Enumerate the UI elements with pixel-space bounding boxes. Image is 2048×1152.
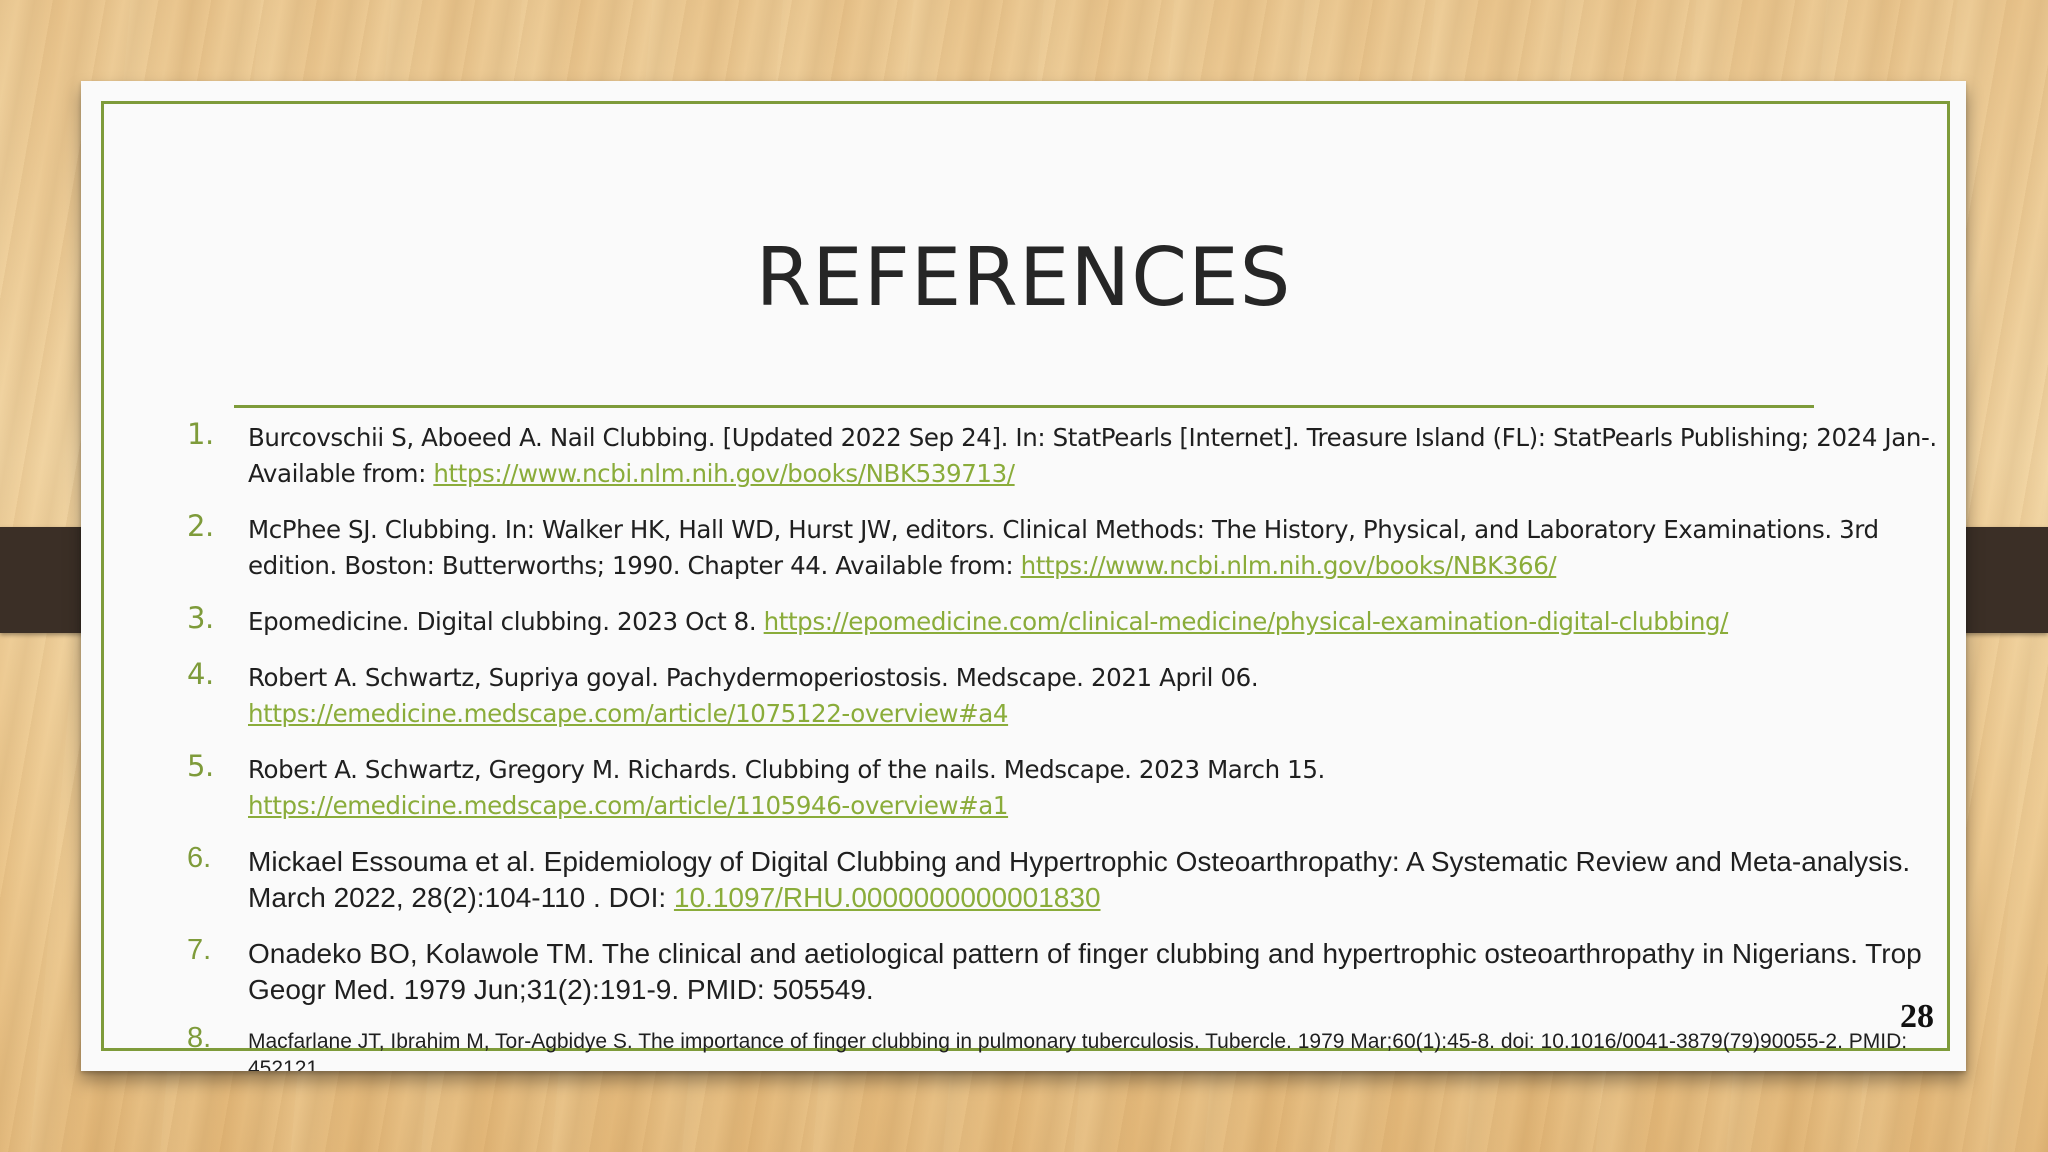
title-divider: [234, 405, 1814, 408]
reference-text: Robert A. Schwartz, Gregory M. Richards.…: [248, 755, 1325, 784]
reference-item: 7. Onadeko BO, Kolawole TM. The clinical…: [187, 934, 1957, 1008]
reference-link[interactable]: https://emedicine.medscape.com/article/1…: [248, 791, 1008, 820]
reference-item: 8. Macfarlane JT, Ibrahim M, Tor-Agbidye…: [187, 1022, 1957, 1072]
reference-number: 6.: [187, 842, 212, 874]
reference-item: 4. Robert A. Schwartz, Supriya goyal. Pa…: [187, 657, 1957, 732]
reference-text: Onadeko BO, Kolawole TM. The clinical an…: [248, 938, 1922, 1005]
reference-link[interactable]: https://www.ncbi.nlm.nih.gov/books/NBK53…: [433, 459, 1015, 488]
reference-number: 5.: [187, 749, 214, 783]
reference-link[interactable]: 10.1097/RHU.0000000000001830: [674, 882, 1101, 913]
reference-number: 3.: [187, 601, 214, 635]
reference-text: Robert A. Schwartz, Supriya goyal. Pachy…: [248, 663, 1259, 692]
reference-number: 2.: [187, 509, 214, 543]
reference-item: 3. Epomedicine. Digital clubbing. 2023 O…: [187, 601, 1957, 640]
slide: REFERENCES 1. Burcovschii S, Aboeed A. N…: [81, 81, 1966, 1071]
reference-text: Macfarlane JT, Ibrahim M, Tor-Agbidye S.…: [248, 1030, 1908, 1071]
reference-link[interactable]: https://epomedicine.com/clinical-medicin…: [764, 607, 1729, 636]
reference-number: 7.: [187, 934, 212, 966]
reference-link[interactable]: https://www.ncbi.nlm.nih.gov/books/NBK36…: [1021, 551, 1557, 580]
page-number: 28: [1900, 998, 1934, 1035]
reference-item: 5. Robert A. Schwartz, Gregory M. Richar…: [187, 749, 1957, 824]
reference-number: 8.: [187, 1022, 212, 1054]
reference-number: 1.: [187, 417, 214, 451]
reference-number: 4.: [187, 657, 214, 691]
slide-title: REFERENCES: [755, 231, 1292, 324]
reference-item: 6. Mickael Essouma et al. Epidemiology o…: [187, 842, 1957, 916]
reference-list: 1. Burcovschii S, Aboeed A. Nail Clubbin…: [187, 417, 1957, 1072]
reference-item: 1. Burcovschii S, Aboeed A. Nail Clubbin…: [187, 417, 1957, 492]
reference-link[interactable]: https://emedicine.medscape.com/article/1…: [248, 699, 1008, 728]
reference-text: Epomedicine. Digital clubbing. 2023 Oct …: [248, 607, 764, 636]
reference-item: 2. McPhee SJ. Clubbing. In: Walker HK, H…: [187, 509, 1957, 584]
